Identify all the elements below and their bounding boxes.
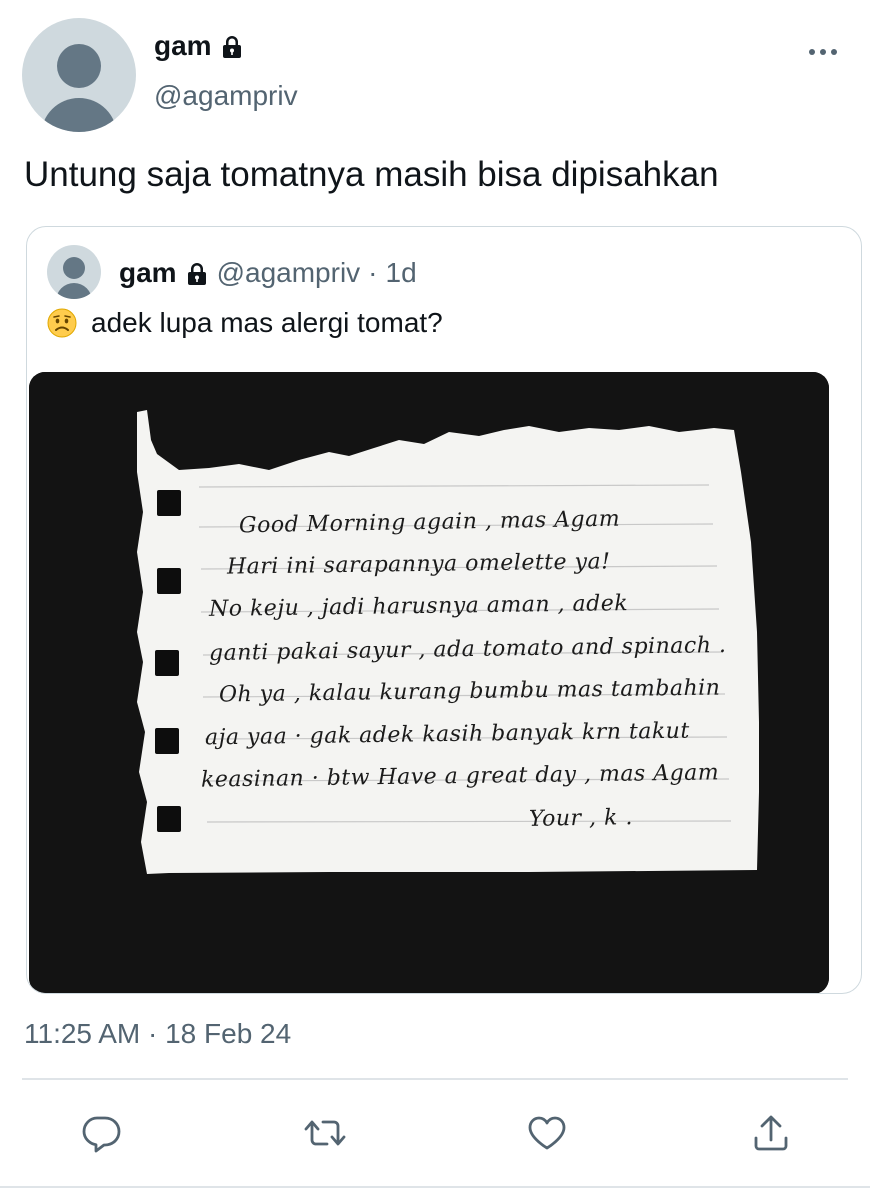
lock-icon — [220, 34, 244, 58]
quoted-handle[interactable]: @agampriv — [217, 257, 361, 289]
avatar-head — [63, 257, 85, 279]
author-avatar[interactable] — [22, 18, 136, 132]
quoted-age: 1d — [385, 257, 417, 288]
author-name-row[interactable]: gam — [154, 30, 244, 62]
quoted-text: adek lupa mas alergi tomat? — [91, 307, 443, 338]
bottom-divider — [0, 1186, 870, 1188]
avatar-head — [57, 44, 101, 88]
quoted-name[interactable]: gam — [119, 257, 177, 289]
author-name[interactable]: gam — [154, 30, 212, 62]
divider — [22, 1078, 848, 1080]
avatar-body — [56, 283, 92, 299]
note-line: Hari ini sarapannya omelette ya! — [226, 549, 611, 580]
worried-face-icon — [47, 308, 77, 338]
quoted-tweet[interactable]: gam @agampriv · 1d adek lupa mas alergi — [26, 226, 862, 994]
quoted-header: gam @agampriv · 1d — [119, 257, 417, 289]
share-icon[interactable] — [750, 1112, 792, 1154]
tweet-text: Untung saja tomatnya masih bisa dipisahk… — [24, 155, 719, 194]
quoted-text-row: adek lupa mas alergi tomat? — [47, 307, 443, 339]
quoted-image[interactable]: Good Morning again , mas Agam Hari ini s… — [29, 372, 829, 993]
tweet-timestamp[interactable]: 11:25 AM · 18 Feb 24 — [24, 1018, 291, 1050]
note-line: Your , k . — [528, 805, 634, 832]
author-handle[interactable]: @agampriv — [154, 80, 298, 112]
more-icon[interactable] — [806, 42, 840, 62]
like-icon[interactable] — [526, 1112, 568, 1154]
lock-icon — [185, 261, 209, 285]
quoted-avatar[interactable] — [47, 245, 101, 299]
avatar-body — [41, 98, 117, 132]
reply-icon[interactable] — [80, 1112, 122, 1154]
quoted-separator: · — [368, 257, 378, 288]
retweet-icon[interactable] — [304, 1112, 346, 1154]
